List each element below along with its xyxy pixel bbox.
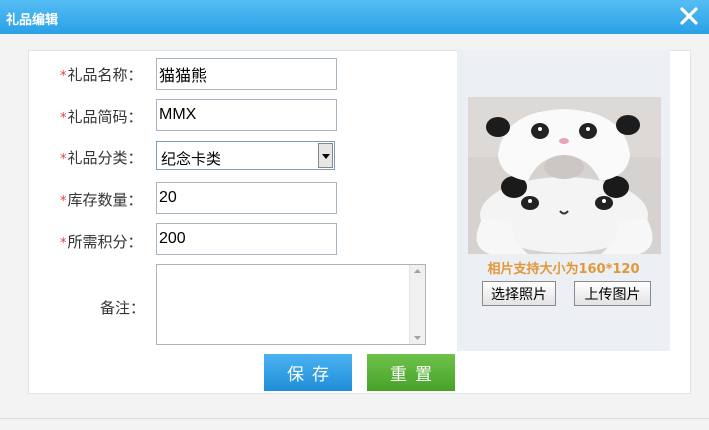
close-icon[interactable]: [677, 4, 701, 28]
select-photo-button[interactable]: 选择照片: [482, 281, 556, 306]
note-textarea[interactable]: [157, 265, 407, 344]
stock-label-text: 库存数量：: [67, 191, 143, 209]
stock-label: *库存数量：: [60, 189, 143, 210]
gift-name-input[interactable]: [156, 58, 337, 90]
name-label: *礼品名称：: [60, 64, 143, 85]
category-selected-value: 纪念卡类: [161, 150, 222, 168]
scroll-down-icon[interactable]: [414, 336, 421, 340]
gift-code-input[interactable]: [156, 99, 337, 131]
required-mark: *: [60, 69, 67, 84]
points-label: *所需积分：: [60, 231, 143, 252]
required-mark: *: [60, 236, 67, 251]
points-label-text: 所需积分：: [67, 233, 143, 251]
name-label-text: 礼品名称：: [67, 66, 143, 84]
upload-image-button[interactable]: 上传图片: [574, 281, 651, 306]
photo-size-hint: 相片支持大小为160*120: [487, 262, 640, 277]
dialog-titlebar: 礼品编辑: [0, 0, 709, 34]
stock-quantity-input[interactable]: [156, 182, 337, 214]
code-label: *礼品简码：: [60, 106, 143, 127]
required-mark: *: [60, 111, 67, 126]
required-mark: *: [60, 194, 67, 209]
reset-button[interactable]: 重置: [367, 354, 455, 391]
scroll-up-icon[interactable]: [414, 269, 421, 273]
save-button[interactable]: 保存: [264, 354, 352, 391]
gift-photo: [468, 97, 661, 254]
footer-divider: [0, 418, 709, 419]
category-label-text: 礼品分类：: [67, 149, 143, 167]
required-mark: *: [60, 152, 67, 167]
dialog-title: 礼品编辑: [6, 13, 59, 28]
note-field: [156, 264, 426, 345]
note-scrollbar[interactable]: [409, 265, 425, 344]
code-label-text: 礼品简码：: [67, 108, 143, 126]
category-select[interactable]: 纪念卡类: [156, 141, 335, 170]
required-points-input[interactable]: [156, 223, 337, 255]
chevron-down-icon[interactable]: [318, 143, 333, 168]
category-label: *礼品分类：: [60, 147, 143, 168]
